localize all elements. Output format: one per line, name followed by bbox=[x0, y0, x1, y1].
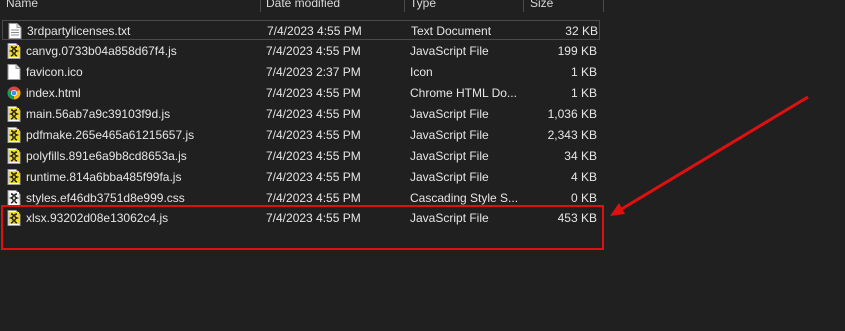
annotation-arrow bbox=[610, 95, 809, 216]
annotation-arrow-line bbox=[619, 95, 809, 212]
